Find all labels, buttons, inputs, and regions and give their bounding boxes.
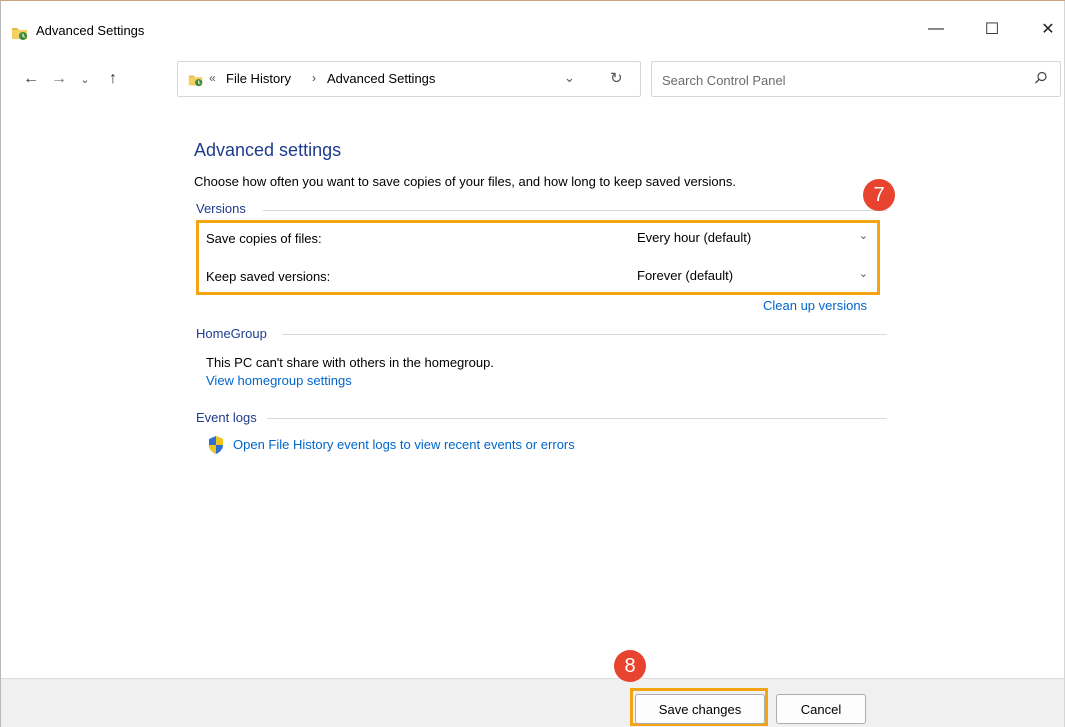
content-area: Advanced settings Choose how often you w… [1, 101, 1065, 678]
up-button[interactable]: ↑ [101, 67, 125, 91]
keep-versions-dropdown[interactable]: Forever (default) ⌄ [632, 263, 876, 289]
event-logs-group-label: Event logs [196, 410, 257, 425]
event-logs-divider [267, 418, 887, 419]
minimize-button[interactable]: — [913, 11, 959, 47]
save-changes-button[interactable]: Save changes [635, 694, 765, 724]
close-icon: ✕ [1041, 21, 1055, 38]
save-copies-label: Save copies of files: [206, 231, 322, 246]
address-bar[interactable]: « File History › Advanced Settings ⌄ ↻ [177, 61, 641, 97]
save-copies-value: Every hour (default) [637, 230, 752, 245]
address-dropdown-icon[interactable]: ⌄ [564, 70, 575, 86]
file-history-icon [188, 75, 203, 87]
close-button[interactable]: ✕ [1025, 11, 1065, 47]
advanced-settings-window: Advanced Settings — ☐ ✕ ← → ⌄ ↑ « File H… [0, 0, 1065, 727]
step-8-badge: 8 [614, 650, 646, 682]
minimize-icon: — [928, 20, 944, 37]
footer-bar: 8 Save changes Cancel [1, 650, 1065, 727]
arrow-left-icon: ← [23, 70, 39, 87]
maximize-icon: ☐ [984, 21, 1000, 38]
breadcrumb-advanced-settings[interactable]: Advanced Settings [327, 71, 435, 86]
title-bar: Advanced Settings — ☐ ✕ [1, 1, 1065, 61]
versions-group-label: Versions [196, 201, 246, 216]
chevron-down-icon: ⌄ [80, 73, 90, 86]
arrow-up-icon: ↑ [109, 70, 117, 87]
search-box[interactable] [651, 61, 1061, 97]
back-button[interactable]: ← [19, 67, 43, 91]
navigation-bar: ← → ⌄ ↑ « File History › Advanced Settin… [1, 61, 1065, 101]
homegroup-divider [282, 334, 887, 335]
save-copies-dropdown[interactable]: Every hour (default) ⌄ [632, 225, 876, 251]
recent-locations-button[interactable]: ⌄ [73, 67, 97, 91]
page-description: Choose how often you want to save copies… [194, 174, 736, 189]
refresh-icon[interactable]: ↻ [610, 69, 623, 87]
search-input[interactable] [662, 70, 1002, 90]
breadcrumb-file-history[interactable]: File History [226, 71, 291, 86]
step-7-badge: 7 [863, 179, 895, 211]
homegroup-status-text: This PC can't share with others in the h… [206, 355, 494, 370]
homegroup-group-label: HomeGroup [196, 326, 267, 341]
breadcrumb-separator-icon[interactable]: › [312, 71, 316, 85]
shield-icon [209, 436, 223, 454]
forward-button[interactable]: → [47, 67, 71, 91]
clean-up-versions-link[interactable]: Clean up versions [763, 298, 867, 313]
maximize-button[interactable]: ☐ [969, 11, 1015, 47]
breadcrumb-overflow-icon[interactable]: « [209, 71, 216, 85]
open-event-logs-link[interactable]: Open File History event logs to view rec… [233, 437, 575, 452]
versions-divider [263, 210, 887, 211]
keep-versions-label: Keep saved versions: [206, 269, 331, 284]
chevron-down-icon: ⌄ [858, 230, 868, 242]
search-icon[interactable] [1034, 71, 1048, 85]
arrow-right-icon: → [51, 70, 67, 87]
view-homegroup-settings-link[interactable]: View homegroup settings [206, 373, 352, 388]
chevron-down-icon: ⌄ [858, 268, 868, 280]
window-title: Advanced Settings [36, 23, 145, 38]
page-title: Advanced settings [194, 140, 342, 160]
keep-versions-value: Forever (default) [637, 268, 734, 283]
file-history-icon [12, 28, 27, 40]
cancel-button[interactable]: Cancel [776, 694, 866, 724]
